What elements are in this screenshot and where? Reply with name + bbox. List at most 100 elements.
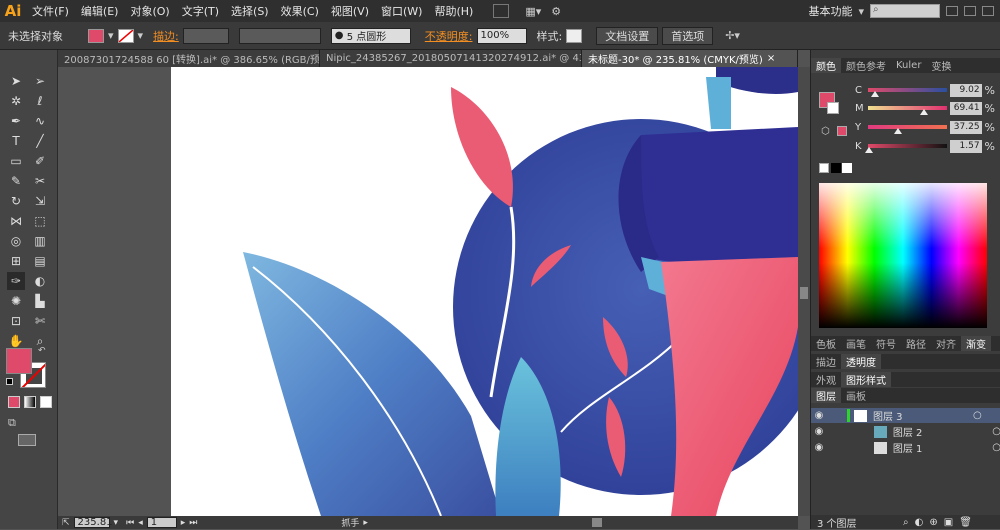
layer-name[interactable]: 图层 3 xyxy=(873,408,973,423)
tab-pathfinder[interactable]: 路径 xyxy=(901,336,931,351)
tab-kuler[interactable]: Kuler xyxy=(891,60,926,71)
cyan-value[interactable]: 9.02 xyxy=(950,83,982,97)
tab-color-guide[interactable]: 颜色参考 xyxy=(841,58,891,73)
selection-tool-icon[interactable]: ➤ xyxy=(7,72,25,90)
width-tool-icon[interactable]: ⋈ xyxy=(7,212,25,230)
gamut-swatch[interactable] xyxy=(837,126,847,136)
gradient-mode-button[interactable] xyxy=(24,396,36,408)
page-field[interactable]: 1 xyxy=(146,517,177,528)
layer-name[interactable]: 图层 1 xyxy=(893,440,992,455)
layer-row[interactable]: ◉ 图层 3 ○ xyxy=(811,408,1000,423)
bridge-icon[interactable] xyxy=(493,4,510,18)
layer-row[interactable]: ◉ 图层 1 ○ xyxy=(811,440,1000,455)
eye-icon[interactable]: ◉ xyxy=(811,442,827,453)
free-transform-tool-icon[interactable]: ⬚ xyxy=(31,212,49,230)
stroke-swatch[interactable] xyxy=(117,28,134,43)
magenta-slider[interactable] xyxy=(867,106,948,115)
menu-help[interactable]: 帮助(H) xyxy=(428,3,479,19)
stroke-label[interactable]: 描边: xyxy=(153,28,179,44)
stroke-weight-field[interactable] xyxy=(182,27,229,44)
target-icon[interactable]: ○ xyxy=(973,410,982,421)
perspective-grid-tool-icon[interactable]: ▥ xyxy=(31,232,49,250)
tab-gradient[interactable]: 渐变 xyxy=(961,336,991,351)
close-icon[interactable]: × xyxy=(767,53,775,64)
first-page-icon[interactable]: ⏮ xyxy=(126,518,134,528)
black-value[interactable]: 1.57 xyxy=(950,139,982,153)
black-slider[interactable] xyxy=(865,144,948,153)
scroll-thumb[interactable] xyxy=(800,287,808,299)
menu-type[interactable]: 文字(T) xyxy=(176,3,225,19)
locate-object-icon[interactable]: ⌕ xyxy=(903,517,909,528)
rectangle-tool-icon[interactable]: ▭ xyxy=(7,152,25,170)
eyedropper-tool-icon[interactable]: ✑ xyxy=(7,272,25,290)
stroke-dropdown-icon[interactable]: ▾ xyxy=(138,29,144,42)
opacity-label[interactable]: 不透明度: xyxy=(425,28,473,44)
tab-swatches[interactable]: 色板 xyxy=(811,336,841,351)
fill-swatch[interactable] xyxy=(88,28,104,43)
magenta-slider-marker[interactable] xyxy=(920,109,929,115)
chevron-down-icon[interactable]: ▾ xyxy=(858,5,864,18)
pen-tool-icon[interactable]: ✒ xyxy=(7,112,25,130)
menu-view[interactable]: 视图(V) xyxy=(325,3,375,19)
draw-mode-icon[interactable]: ⧉ xyxy=(8,416,16,430)
scale-tool-icon[interactable]: ⇲ xyxy=(31,192,49,210)
minimize-button[interactable] xyxy=(946,6,958,16)
yellow-slider-row[interactable]: Y 37.25 % xyxy=(855,120,995,134)
new-layer-icon[interactable]: ▣ xyxy=(944,517,953,528)
menu-window[interactable]: 窗口(W) xyxy=(375,3,428,19)
gradient-tool-icon[interactable]: ▤ xyxy=(31,252,49,270)
out-of-gamut-icon[interactable]: ⬡ xyxy=(821,126,830,137)
panel-stroke-swatch[interactable] xyxy=(827,102,839,114)
menu-effect[interactable]: 效果(C) xyxy=(275,3,325,19)
tab-layers[interactable]: 图层 xyxy=(811,388,841,403)
arrange-icon[interactable]: ✢▾ xyxy=(725,29,740,42)
black-slider-row[interactable]: K 1.57 % xyxy=(855,139,995,153)
cyan-slider-row[interactable]: C 9.02 % xyxy=(855,83,995,97)
eye-icon[interactable]: ◉ xyxy=(811,426,827,437)
slice-tool-icon[interactable]: ✄ xyxy=(31,312,49,330)
tab-graphic-styles[interactable]: 图形样式 xyxy=(841,372,891,387)
opacity-field[interactable]: 100% xyxy=(476,27,527,44)
tab-document-2[interactable]: Nipic_24385267_20180507141320274912.ai* … xyxy=(320,50,582,67)
vertical-scrollbar[interactable] xyxy=(798,67,810,516)
menu-object[interactable]: 对象(O) xyxy=(124,3,175,19)
tab-stroke[interactable]: 描边 xyxy=(811,354,841,369)
blend-tool-icon[interactable]: ◐ xyxy=(31,272,49,290)
delete-layer-icon[interactable]: 🗑 xyxy=(959,517,972,528)
mesh-tool-icon[interactable]: ⊞ xyxy=(7,252,25,270)
last-page-icon[interactable]: ⏭ xyxy=(189,518,197,528)
none-color-swatch[interactable] xyxy=(819,163,829,173)
menu-file[interactable]: 文件(F) xyxy=(26,3,75,19)
cyan-slider-marker[interactable] xyxy=(871,91,880,97)
white-color-swatch[interactable] xyxy=(842,163,852,173)
line-tool-icon[interactable]: ╱ xyxy=(31,132,49,150)
zoom-dropdown-icon[interactable]: ▾ xyxy=(114,518,119,528)
screen-mode-icon[interactable] xyxy=(18,434,36,446)
brush-select[interactable]: ● 5 点圆形 xyxy=(330,27,411,44)
yellow-slider-marker[interactable] xyxy=(894,128,903,134)
horizontal-scroll-thumb[interactable] xyxy=(591,518,602,527)
black-color-swatch[interactable] xyxy=(831,163,841,173)
color-spectrum[interactable] xyxy=(819,183,987,328)
swap-colors-icon[interactable]: ↶ xyxy=(38,346,46,356)
scissors-tool-icon[interactable]: ✂ xyxy=(31,172,49,190)
artboard-nav-icon[interactable]: ⇱ xyxy=(62,518,70,528)
make-clipping-mask-icon[interactable]: ◐ xyxy=(915,517,924,528)
magenta-slider-row[interactable]: M 69.41 % xyxy=(855,101,995,115)
tab-transform[interactable]: 变换 xyxy=(926,58,956,73)
none-mode-button[interactable] xyxy=(40,396,52,408)
tab-transparency[interactable]: 透明度 xyxy=(841,354,881,369)
workspace-switcher[interactable]: 基本功能 xyxy=(808,3,852,19)
artboard-canvas[interactable] xyxy=(171,67,798,516)
direct-selection-tool-icon[interactable]: ➢ xyxy=(31,72,49,90)
target-icon[interactable]: ○ xyxy=(992,426,1000,437)
maximize-button[interactable] xyxy=(964,6,976,16)
tab-align[interactable]: 对齐 xyxy=(931,336,961,351)
tab-color[interactable]: 颜色 xyxy=(811,58,841,73)
tab-appearance[interactable]: 外观 xyxy=(811,372,841,387)
rotate-tool-icon[interactable]: ↻ xyxy=(7,192,25,210)
symbol-sprayer-tool-icon[interactable]: ✺ xyxy=(7,292,25,310)
color-mode-button[interactable] xyxy=(8,396,20,408)
tab-artboards[interactable]: 画板 xyxy=(841,388,871,403)
paintbrush-tool-icon[interactable]: ✐ xyxy=(31,152,49,170)
